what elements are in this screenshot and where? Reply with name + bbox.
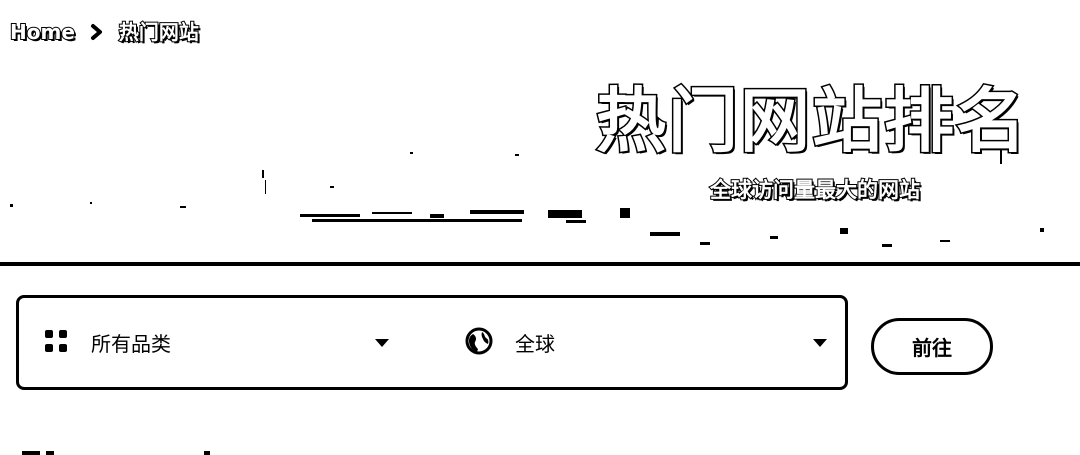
category-select-value: 所有品类 <box>91 332 171 356</box>
globe-icon <box>465 327 493 359</box>
page: Home 热门网站 热门网站排名 全球访问量最大的网站 所有品类 全球 前往 <box>0 0 1080 455</box>
breadcrumb: Home 热门网站 <box>9 18 200 46</box>
region-select-value: 全球 <box>515 332 555 356</box>
breadcrumb-home-link[interactable]: Home <box>9 18 76 46</box>
filter-bar: 所有品类 全球 <box>16 295 848 390</box>
go-button[interactable]: 前往 <box>871 318 993 375</box>
breadcrumb-current: 热门网站 <box>118 19 200 45</box>
grid-icon <box>43 328 69 358</box>
region-select[interactable]: 全球 <box>439 298 845 387</box>
chevron-down-icon <box>813 338 827 347</box>
hero-divider <box>0 262 1080 266</box>
background-pattern <box>10 150 1044 247</box>
content-preview-fragment <box>22 438 222 455</box>
chevron-right-icon <box>89 22 105 42</box>
category-select[interactable]: 所有品类 <box>19 298 439 387</box>
chevron-down-icon <box>375 338 389 347</box>
